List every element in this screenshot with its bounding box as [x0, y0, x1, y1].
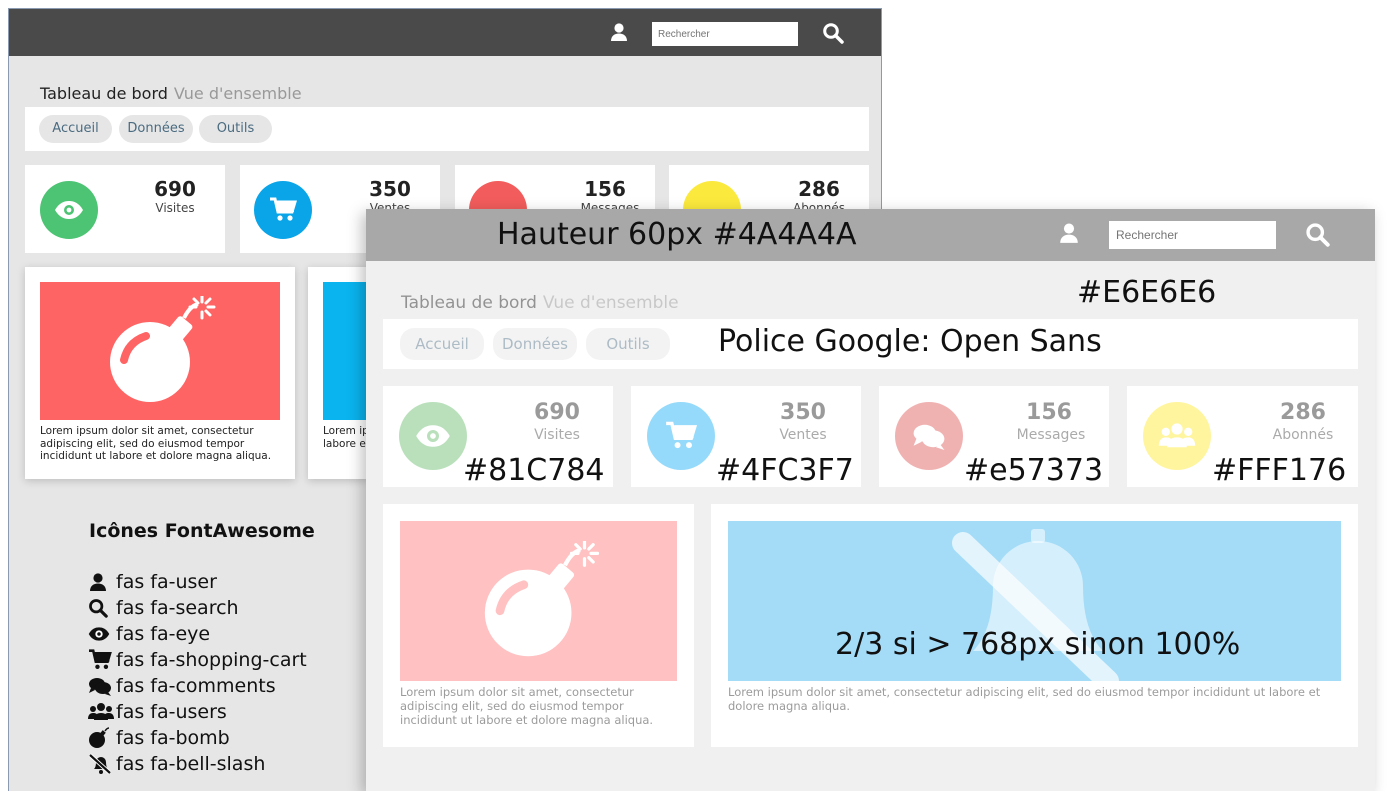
color-annotation: #FFF176 [1212, 453, 1347, 488]
legend-label: fas fa-search [116, 597, 239, 619]
stat-card-visites: 690 Visites #81C784 [383, 386, 613, 488]
content-card: Lorem ip labore e [308, 267, 368, 479]
stat-card-visites: 690 Visites [25, 165, 225, 253]
search-icon[interactable] [1305, 222, 1330, 251]
users-icon [1143, 402, 1211, 470]
card-text: Lorem ip labore e [323, 425, 368, 450]
top-bar: Hauteur 60px #4A4A4A [366, 209, 1375, 261]
legend-label: fas fa-user [116, 571, 217, 593]
search-icon [88, 598, 116, 618]
legend-item: fas fa-user [88, 570, 217, 594]
user-icon [88, 572, 116, 592]
top-bar [9, 9, 881, 56]
tab-accueil[interactable]: Accueil [39, 115, 112, 143]
stat-value: 286 [798, 177, 840, 201]
shopping-cart-icon [647, 402, 715, 470]
stat-card-messages: 156 Messages #e57373 [879, 386, 1109, 488]
stat-value: 350 [369, 177, 411, 201]
bell-slash-icon: 2/3 si > 768px sinon 100% [728, 521, 1341, 681]
bomb-icon [400, 521, 677, 681]
legend-item: fas fa-bell-slash [88, 752, 265, 776]
content-card: Lorem ipsum dolor sit amet, consectetur … [383, 504, 694, 747]
header-annotation: Hauteur 60px #4A4A4A [497, 217, 857, 252]
stat-value: 156 [584, 177, 626, 201]
tabs-bar: Accueil Données Outils Police Google: Op… [383, 319, 1358, 369]
card-text: Lorem ipsum dolor sit amet, consectetur … [728, 685, 1321, 713]
content-card: 2/3 si > 768px sinon 100% Lorem ipsum do… [711, 504, 1358, 747]
tab-accueil[interactable]: Accueil [400, 328, 484, 360]
shopping-cart-icon [88, 649, 116, 671]
stat-card-ventes: 350 Ventes #4FC3F7 [631, 386, 861, 488]
legend-label: fas fa-comments [116, 675, 276, 697]
color-annotation: #4FC3F7 [716, 453, 854, 488]
stat-label: Visites [155, 201, 195, 215]
page-title: Tableau de bord Vue d'ensemble [40, 84, 302, 103]
legend-label: fas fa-eye [116, 623, 211, 645]
card-text: Lorem ipsum dolor sit amet, consectetur … [40, 425, 272, 463]
legend-label: fas fa-bell-slash [116, 753, 266, 775]
legend-title: Icônes FontAwesome [89, 520, 315, 542]
bomb-icon [40, 282, 280, 420]
content-card: Lorem ipsum dolor sit amet, consectetur … [25, 267, 295, 479]
stat-label: Ventes [779, 427, 827, 443]
legend-item: fas fa-eye [88, 622, 210, 646]
legend-item: fas fa-shopping-cart [88, 648, 307, 672]
tab-outils[interactable]: Outils [199, 115, 272, 143]
stat-value: 690 [154, 177, 196, 201]
width-annotation: 2/3 si > 768px sinon 100% [835, 627, 1241, 662]
color-annotation: #81C784 [463, 453, 605, 488]
tab-outils[interactable]: Outils [586, 328, 670, 360]
front-mockup: Hauteur 60px #4A4A4A #E6E6E6 Tableau de … [366, 209, 1375, 791]
stat-label: Messages [1016, 427, 1086, 443]
search-icon[interactable] [822, 22, 844, 48]
legend-item: fas fa-comments [88, 674, 276, 698]
eye-icon [88, 626, 116, 642]
color-annotation: #e57373 [964, 453, 1104, 488]
legend-item: fas fa-users [88, 700, 227, 724]
font-annotation: Police Google: Open Sans [718, 324, 1102, 359]
tabs-bar: Accueil Données Outils [25, 107, 869, 151]
page-title: Tableau de bord Vue d'ensemble [401, 293, 679, 313]
legend-label: fas fa-bomb [116, 727, 230, 749]
bell-slash-icon [323, 282, 368, 420]
bell-slash-icon [88, 753, 116, 775]
card-text-line: labore e [323, 437, 366, 450]
search-input[interactable] [652, 22, 798, 46]
comments-icon [895, 402, 963, 470]
page-subtitle: Vue d'ensemble [173, 84, 302, 103]
legend-label: fas fa-users [116, 701, 227, 723]
eye-icon [399, 402, 467, 470]
bomb-icon [88, 727, 116, 749]
users-icon [88, 702, 116, 722]
card-text: Lorem ipsum dolor sit amet, consectetur … [400, 685, 654, 727]
legend-item: fas fa-search [88, 596, 239, 620]
user-icon[interactable] [1058, 222, 1080, 248]
tab-donnees[interactable]: Données [493, 328, 577, 360]
stat-value: 286 [1280, 400, 1326, 425]
page-title-text: Tableau de bord [401, 293, 537, 313]
user-icon[interactable] [609, 22, 629, 46]
legend-label: fas fa-shopping-cart [116, 649, 307, 671]
tab-donnees[interactable]: Données [119, 115, 193, 143]
stat-label: Abonnés [1272, 427, 1334, 443]
stat-card-abonnes: 286 Abonnés #FFF176 [1127, 386, 1358, 488]
page-title-text: Tableau de bord [40, 84, 168, 103]
card-text-line: Lorem ip [323, 425, 368, 437]
stat-label: Visites [534, 427, 580, 443]
stat-value: 156 [1026, 400, 1072, 425]
legend-item: fas fa-bomb [88, 726, 230, 750]
search-input[interactable] [1109, 221, 1276, 249]
page-subtitle: Vue d'ensemble [542, 293, 679, 313]
stat-value: 690 [534, 400, 580, 425]
shopping-cart-icon [254, 181, 312, 239]
background-color-annotation: #E6E6E6 [1077, 275, 1217, 310]
eye-icon [40, 181, 98, 239]
stat-value: 350 [780, 400, 826, 425]
comments-icon [88, 676, 116, 696]
